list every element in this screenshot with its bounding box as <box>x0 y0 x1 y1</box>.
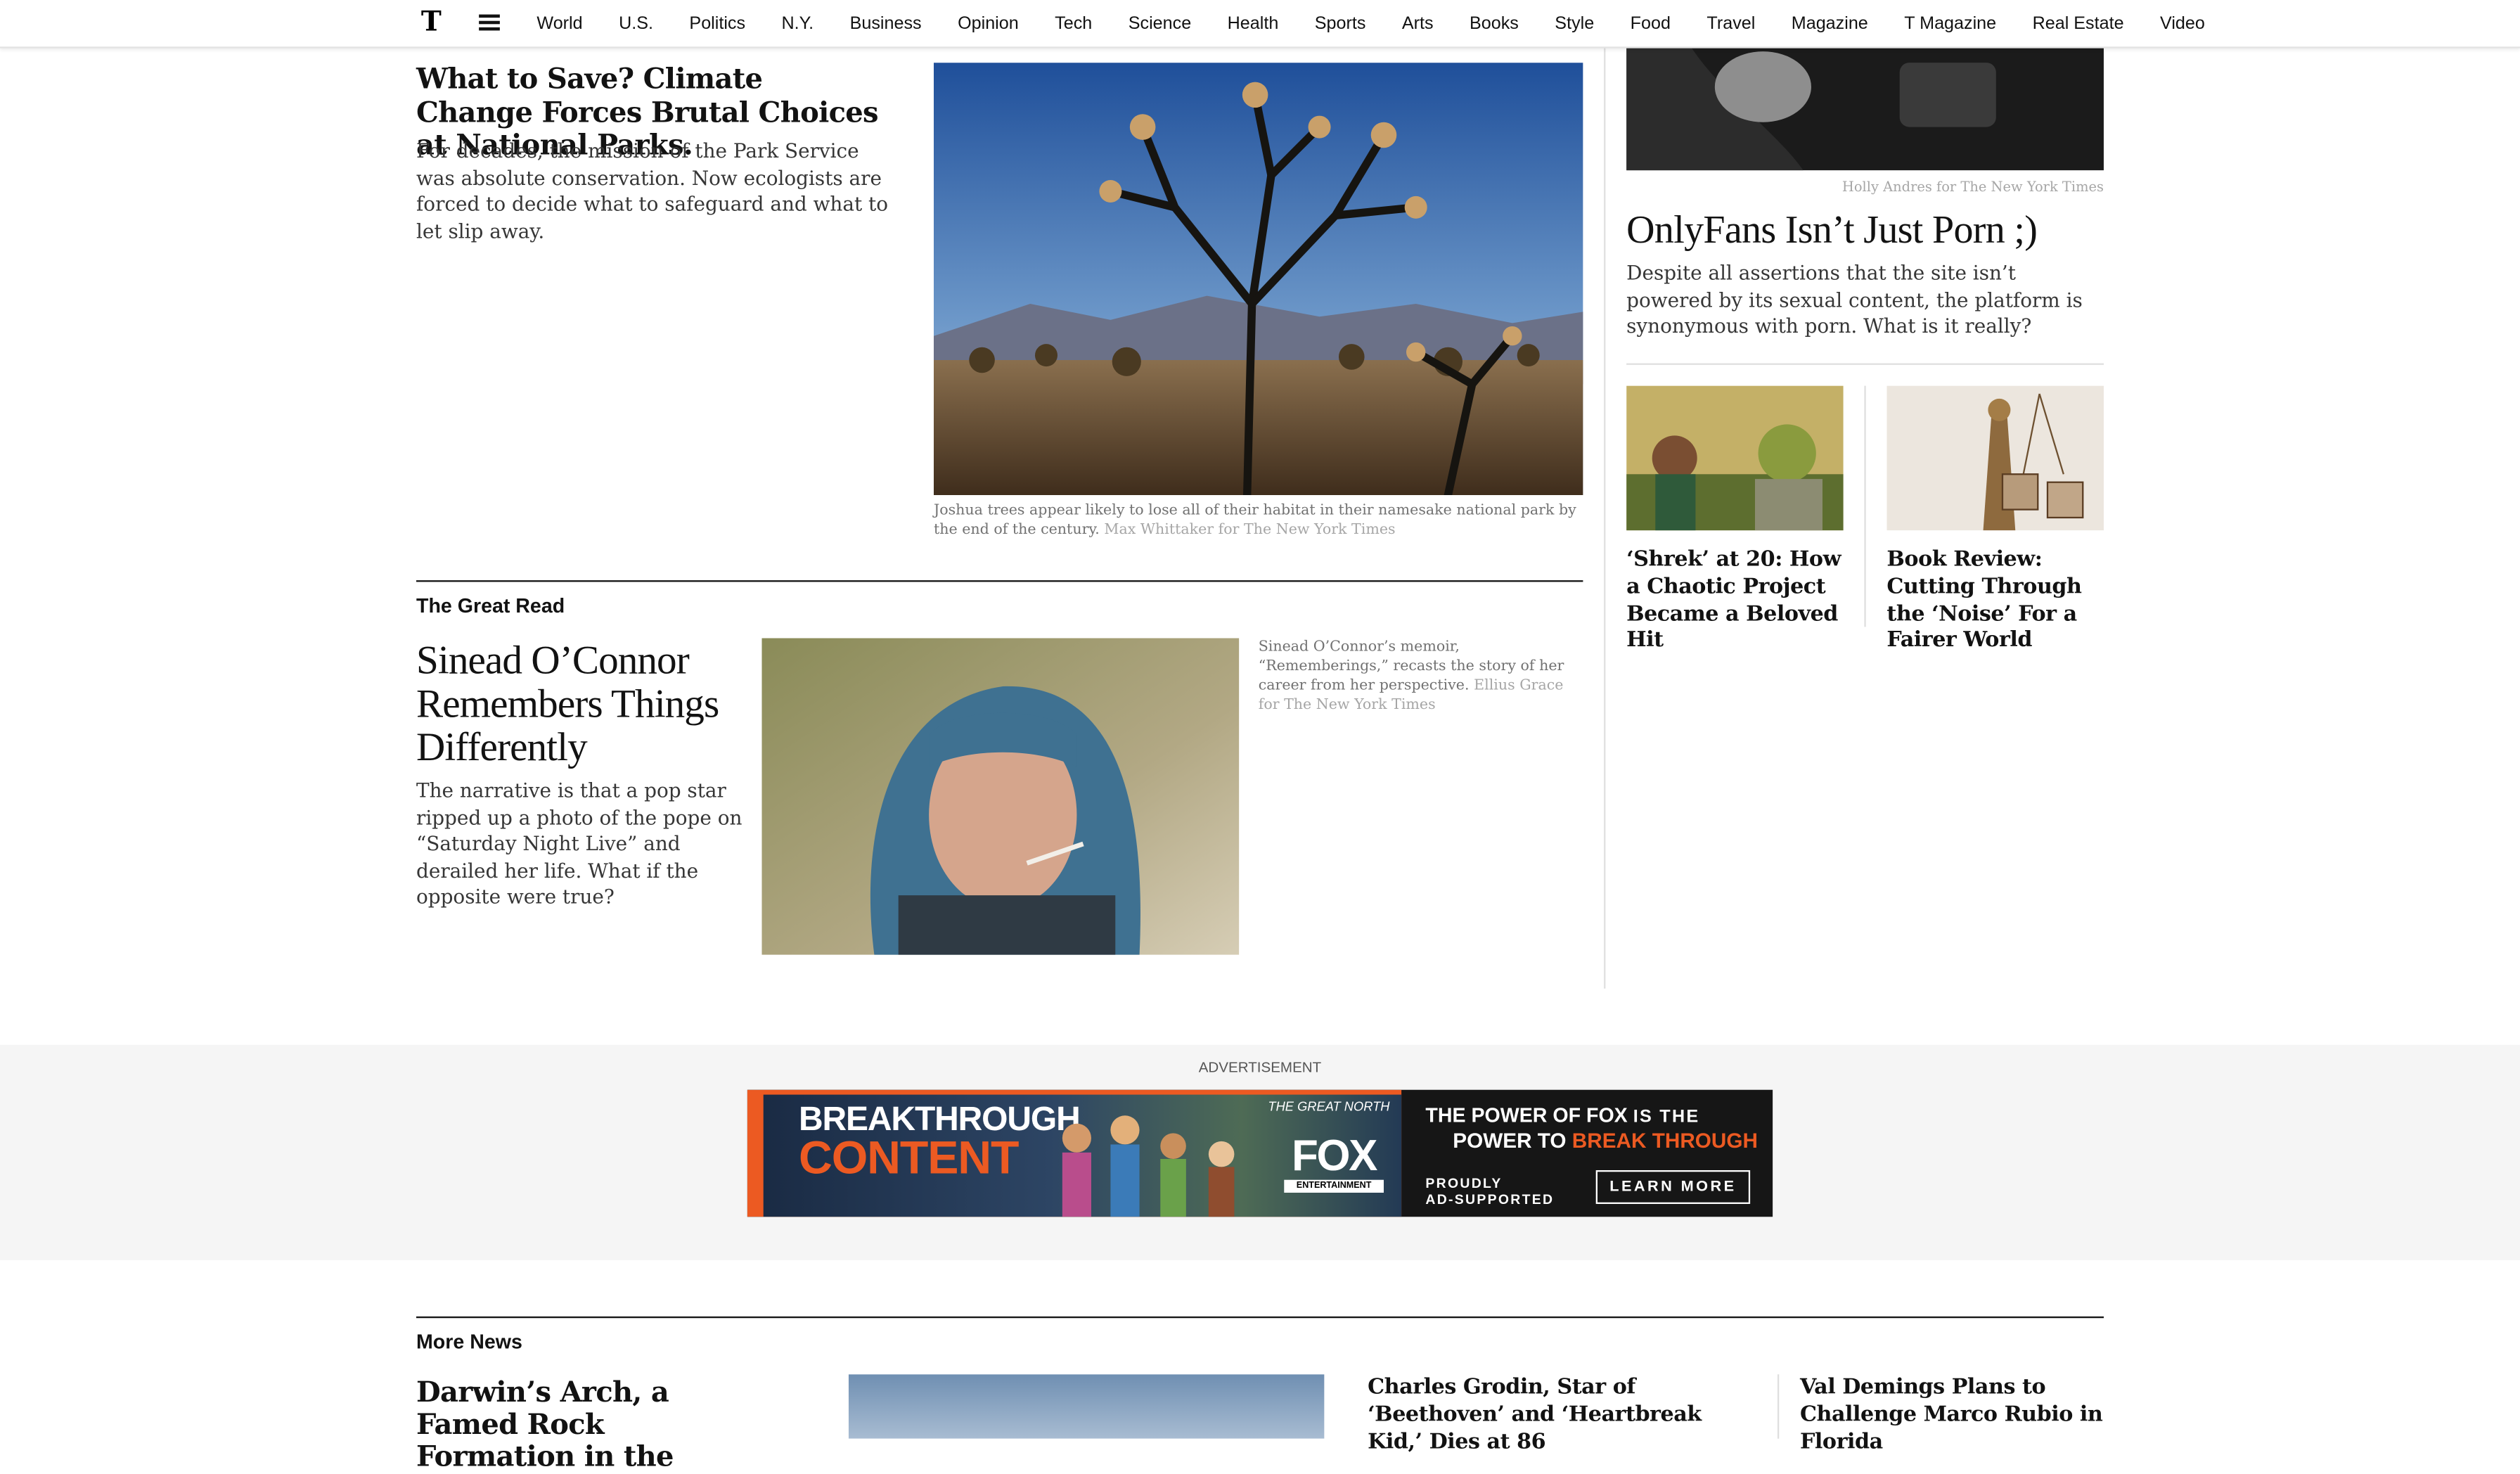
hamburger-menu-icon[interactable] <box>479 14 500 31</box>
shrek-photo[interactable] <box>1626 385 1844 531</box>
nav-us[interactable]: U.S. <box>619 13 653 32</box>
parks-summary: For decades, the mission of the Park Ser… <box>416 139 888 242</box>
more-news-label[interactable]: More News <box>416 1331 522 1354</box>
nav-real-estate[interactable]: Real Estate <box>2033 13 2124 32</box>
nav-tech[interactable]: Tech <box>1055 13 1092 32</box>
fox-logo-text: FOX <box>1292 1132 1377 1180</box>
nav-arts[interactable]: Arts <box>1402 13 1434 32</box>
ad-show-name: THE GREAT NORTH <box>1268 1099 1390 1114</box>
great-read-summary: The narrative is that a pop star ripped … <box>416 779 742 909</box>
column-divider <box>1604 46 1606 989</box>
shrek-headline[interactable]: ‘Shrek’ at 20: How a Chaotic Project Bec… <box>1626 548 1844 656</box>
nav-ny[interactable]: N.Y. <box>781 13 814 32</box>
great-read-headline[interactable]: Sinead O’Connor Remembers Things Differe… <box>416 640 746 770</box>
ad-learn-more-button[interactable]: LEARN MORE <box>1595 1169 1751 1204</box>
fox-ad-banner[interactable]: BREAKTHROUGH CONTENT THE GREAT NORTH FOX… <box>747 1089 1773 1217</box>
nav-t-magazine[interactable]: T Magazine <box>1904 13 1996 32</box>
nyt-logo[interactable]: T <box>421 8 444 37</box>
great-read-label[interactable]: The Great Read <box>416 595 565 617</box>
fox-logo-sub: ENTERTAINMENT <box>1284 1179 1384 1193</box>
nav-books[interactable]: Books <box>1470 13 1519 32</box>
more-news-split <box>1777 1374 1780 1439</box>
ad-tagline-1: THE POWER OF FOX IS THE <box>1425 1104 1699 1127</box>
darwin-arch-photo[interactable] <box>848 1374 1325 1439</box>
onlyfans-photo-credit: Holly Andres for The New York Times <box>1841 179 2104 196</box>
ad-tagline-2a: POWER TO <box>1453 1128 1567 1153</box>
advertisement-label: ADVERTISEMENT <box>1198 1059 1322 1076</box>
ad-supported: AD-SUPPORTED <box>1425 1191 1555 1207</box>
cartoon-characters-art <box>1062 1115 1235 1217</box>
nav-opinion[interactable]: Opinion <box>958 13 1019 32</box>
onlyfans-photo[interactable] <box>1626 46 2104 171</box>
ad-tagline-2: POWER TO BREAK THROUGH <box>1453 1129 1758 1153</box>
darwin-arch-headline[interactable]: Darwin’s Arch, a Famed Rock Formation in… <box>416 1378 738 1474</box>
sinead-oconnor-photo[interactable] <box>761 638 1240 955</box>
nav-business[interactable]: Business <box>850 13 922 32</box>
grodin-headline[interactable]: Charles Grodin, Star of ‘Beethoven’ and … <box>1368 1376 1754 1457</box>
nav-food[interactable]: Food <box>1631 13 1671 32</box>
nav-style[interactable]: Style <box>1555 13 1594 32</box>
book-review-headline[interactable]: Book Review: Cutting Through the ‘Noise’… <box>1886 548 2104 656</box>
nav-world[interactable]: World <box>536 13 582 32</box>
nav-sports[interactable]: Sports <box>1315 13 1366 32</box>
section-nav: World U.S. Politics N.Y. Business Opinio… <box>536 0 2241 46</box>
parks-photo-credit: Max Whittaker for The New York Times <box>1104 522 1396 539</box>
ad-proudly: PROUDLY <box>1425 1174 1503 1191</box>
book-review-photo[interactable] <box>1886 385 2104 531</box>
onlyfans-headline[interactable]: OnlyFans Isn’t Just Porn ;) <box>1626 207 2104 254</box>
nav-politics[interactable]: Politics <box>689 13 745 32</box>
more-news-divider <box>416 1316 2104 1319</box>
right-column-split <box>1864 385 1866 627</box>
nav-magazine[interactable]: Magazine <box>1792 13 1868 32</box>
fox-logo: FOX ENTERTAINMENT <box>1284 1132 1384 1194</box>
joshua-tree-photo[interactable] <box>933 63 1583 495</box>
nav-science[interactable]: Science <box>1129 13 1191 32</box>
top-navigation-bar: T World U.S. Politics N.Y. Business Opin… <box>0 0 2520 49</box>
great-read-divider <box>416 580 1583 582</box>
ad-tagline-2b: BREAK THROUGH <box>1571 1128 1758 1153</box>
demings-headline[interactable]: Val Demings Plans to Challenge Marco Rub… <box>1800 1376 2105 1457</box>
ad-tagline-1a: THE POWER OF FOX <box>1425 1104 1628 1127</box>
ad-tagline-1b: IS THE <box>1633 1107 1700 1127</box>
ad-headline-2: CONTENT <box>798 1133 1020 1185</box>
great-read-caption: Sinead O’Connor’s memoir, “Rememberings,… <box>1259 638 1583 715</box>
nav-travel[interactable]: Travel <box>1706 13 1755 32</box>
nav-health[interactable]: Health <box>1228 13 1279 32</box>
right-column-divider <box>1626 363 2104 365</box>
parks-caption: Joshua trees appear likely to lose all o… <box>934 501 1583 540</box>
nav-video[interactable]: Video <box>2160 13 2205 32</box>
onlyfans-summary: Despite all assertions that the site isn… <box>1626 262 2083 338</box>
